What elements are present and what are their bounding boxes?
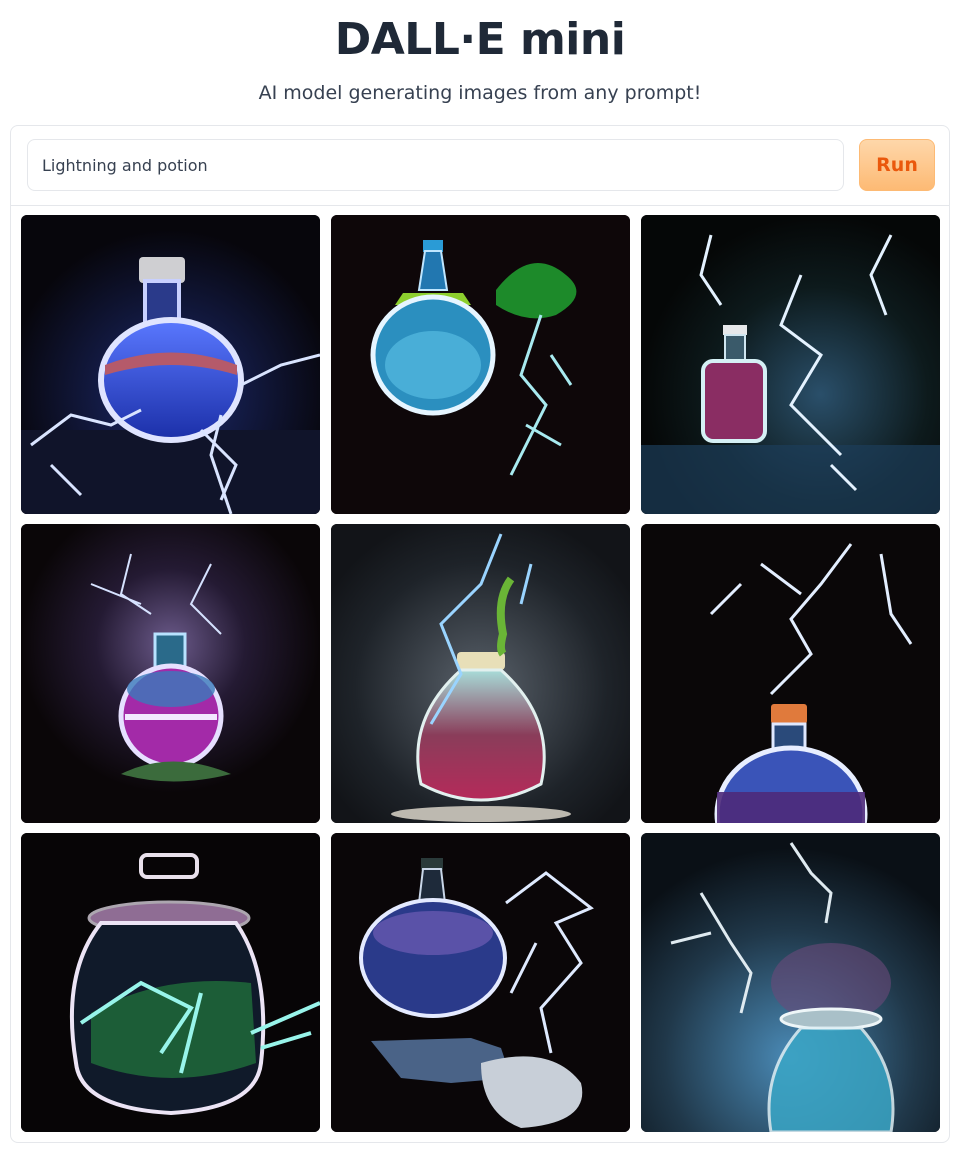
generated-image-9[interactable]	[641, 833, 940, 1132]
generated-image-4[interactable]	[21, 524, 320, 823]
app-title: DALL·E mini	[334, 14, 626, 65]
prompt-input[interactable]	[27, 139, 844, 191]
generated-image-5[interactable]	[331, 524, 630, 823]
generated-image-8[interactable]	[331, 833, 630, 1132]
generated-image-3[interactable]	[641, 215, 940, 514]
generated-image-6[interactable]	[641, 524, 940, 823]
image-gallery	[21, 215, 940, 1132]
app-subtitle: AI model generating images from any prom…	[258, 82, 702, 104]
run-button[interactable]: Run	[859, 139, 935, 191]
generated-image-1[interactable]	[21, 215, 320, 514]
generated-image-2[interactable]	[331, 215, 630, 514]
generated-image-7[interactable]	[21, 833, 320, 1132]
generator-panel: Run	[10, 125, 950, 1143]
prompt-bar: Run	[11, 126, 949, 206]
